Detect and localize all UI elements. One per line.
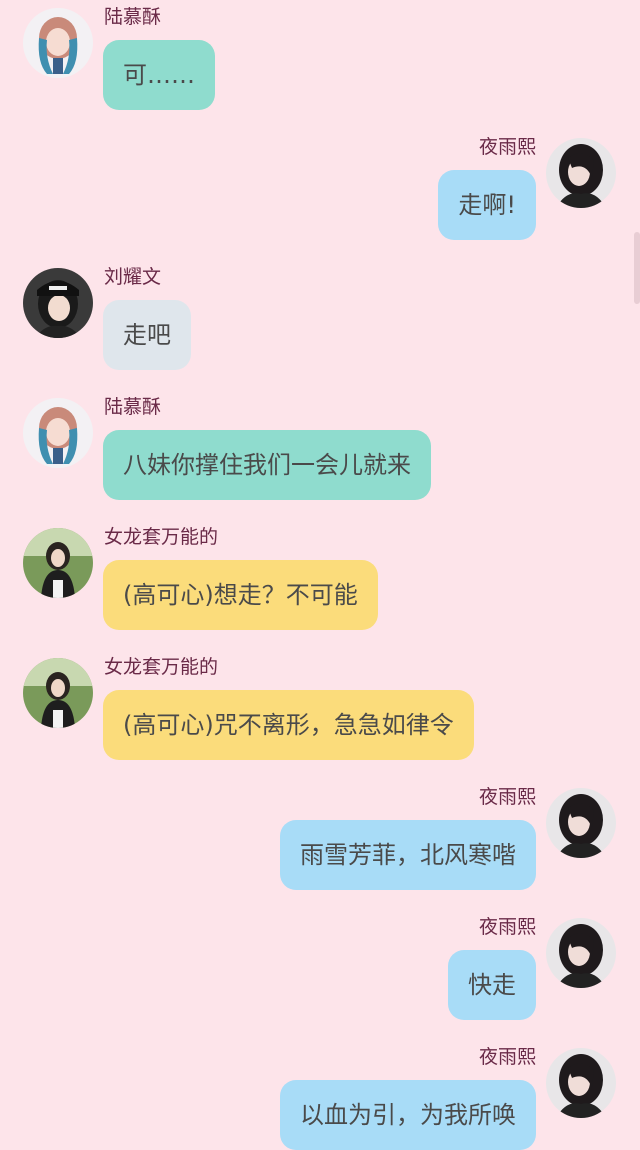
sender-name: 陆慕酥	[104, 396, 162, 418]
message-bubble[interactable]: 可……	[103, 40, 215, 110]
message-bubble[interactable]: (高可心)咒不离形，急急如律令	[103, 690, 474, 760]
sender-name: 陆慕酥	[104, 6, 162, 28]
outdoor-girl-avatar[interactable]	[23, 528, 93, 598]
sender-name: 夜雨熙	[478, 786, 536, 808]
sender-name: 女龙套万能的	[104, 656, 219, 678]
message-bubble[interactable]: 走吧	[103, 300, 191, 370]
scrollbar[interactable]	[634, 232, 640, 304]
message-bubble[interactable]: 雨雪芳菲，北风寒喈	[280, 820, 536, 890]
chat-message-list[interactable]: 陆慕酥 可…… 夜雨熙 走啊! 刘耀文 走吧 陆慕酥 八妹你撑住我们一会儿就来 …	[0, 0, 640, 1150]
sender-name: 女龙套万能的	[104, 526, 219, 548]
message-bubble[interactable]: (高可心)想走？不可能	[103, 560, 378, 630]
dark-hair-girl-avatar[interactable]	[546, 138, 616, 208]
sender-name: 刘耀文	[104, 266, 162, 288]
message-bubble[interactable]: 快走	[448, 950, 536, 1020]
message-bubble[interactable]: 走啊!	[438, 170, 536, 240]
message-bubble[interactable]: 八妹你撑住我们一会儿就来	[103, 430, 431, 500]
dark-hair-girl-avatar[interactable]	[546, 1048, 616, 1118]
sender-name: 夜雨熙	[478, 136, 536, 158]
dark-hair-girl-avatar[interactable]	[546, 918, 616, 988]
cap-girl-avatar[interactable]	[23, 268, 93, 338]
blue-hair-girl-avatar[interactable]	[23, 8, 93, 78]
sender-name: 夜雨熙	[478, 916, 536, 938]
sender-name: 夜雨熙	[478, 1046, 536, 1068]
dark-hair-girl-avatar[interactable]	[546, 788, 616, 858]
outdoor-girl-avatar[interactable]	[23, 658, 93, 728]
blue-hair-girl-avatar[interactable]	[23, 398, 93, 468]
message-bubble[interactable]: 以血为引，为我所唤	[280, 1080, 536, 1150]
